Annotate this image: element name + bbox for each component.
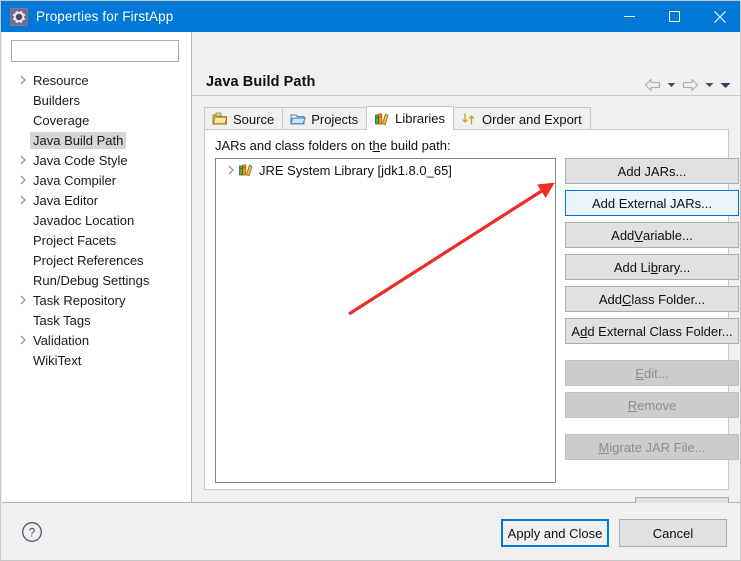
open-folder-icon bbox=[290, 111, 306, 127]
list-item[interactable]: JRE System Library [jdk1.8.0_65] bbox=[216, 159, 555, 181]
sidebar-item-label: Run/Debug Settings bbox=[33, 272, 150, 288]
minimize-button[interactable] bbox=[607, 1, 652, 32]
sidebar-item-label: Resource bbox=[33, 72, 89, 88]
chevron-right-icon[interactable] bbox=[16, 335, 30, 345]
sidebar-item-label: Validation bbox=[33, 332, 90, 348]
sidebar-item-task-repository[interactable]: Task Repository bbox=[2, 290, 191, 310]
sidebar-item-label: Java Editor bbox=[33, 192, 99, 208]
sidebar-item-java-code-style[interactable]: Java Code Style bbox=[2, 150, 191, 170]
sidebar-item-run-debug-settings[interactable]: Run/Debug Settings bbox=[2, 270, 191, 290]
add-library-button[interactable]: Add Li b rary... bbox=[565, 254, 739, 280]
tab-source[interactable]: Source bbox=[204, 107, 284, 130]
sidebar-item-project-references[interactable]: Project References bbox=[2, 250, 191, 270]
sidebar-item-label: Java Code Style bbox=[33, 152, 128, 168]
window-title: Properties for FirstApp bbox=[36, 9, 174, 24]
help-question-icon[interactable]: ? bbox=[21, 521, 43, 543]
sidebar-item-java-editor[interactable]: Java Editor bbox=[2, 190, 191, 210]
dialog-buttons: Apply and Close Cancel bbox=[501, 519, 727, 547]
tab-libraries[interactable]: Libraries bbox=[366, 106, 455, 130]
migrate-jar-file-button: Migrate JAR File... bbox=[565, 434, 739, 460]
chevron-right-icon[interactable] bbox=[16, 295, 30, 305]
build-path-list[interactable]: JRE System Library [jdk1.8.0_65] bbox=[215, 158, 556, 483]
dialog-footer: ? Apply and Close Cancel bbox=[2, 503, 740, 560]
sidebar-item-validation[interactable]: Validation bbox=[2, 330, 191, 350]
gear-icon bbox=[10, 7, 28, 26]
sidebar-item-label: Coverage bbox=[33, 112, 90, 128]
library-books-icon bbox=[374, 111, 390, 127]
chevron-right-icon[interactable] bbox=[16, 195, 30, 205]
close-button[interactable] bbox=[697, 1, 740, 32]
add-external-class-folder-button[interactable]: Add External Class Folder... bbox=[565, 318, 739, 344]
list-label: JARs and class folders on the build path… bbox=[215, 138, 451, 153]
sidebar-item-java-compiler[interactable]: Java Compiler bbox=[2, 170, 191, 190]
chevron-down-icon[interactable] bbox=[663, 76, 679, 94]
library-action-buttons: Add JARs... Add External JARs... Add Var… bbox=[565, 158, 739, 466]
add-variable-button[interactable]: Add Variable... bbox=[565, 222, 739, 248]
remove-button: Remove bbox=[565, 392, 739, 418]
sidebar-item-builders[interactable]: Builders bbox=[2, 90, 191, 110]
chevron-right-icon[interactable] bbox=[16, 75, 30, 85]
sidebar-item-java-build-path[interactable]: Java Build Path bbox=[2, 130, 191, 150]
preferences-tree: Resource Builders Coverage Java Build Pa… bbox=[2, 70, 191, 370]
sidebar-item-label: Java Build Path bbox=[30, 131, 127, 149]
chevron-right-icon[interactable] bbox=[16, 155, 30, 165]
tab-label: Libraries bbox=[395, 111, 446, 126]
build-path-tabs: Source Projects Libraries Order and Expo… bbox=[204, 106, 591, 130]
settings-page: Java Build Path Source Projects Librarie… bbox=[192, 32, 740, 523]
chevron-down-icon[interactable] bbox=[701, 76, 717, 94]
edit-button: Edit... bbox=[565, 360, 739, 386]
page-title: Java Build Path bbox=[206, 74, 316, 90]
sidebar-item-wikitext[interactable]: WikiText bbox=[2, 350, 191, 370]
sidebar-item-project-facets[interactable]: Project Facets bbox=[2, 230, 191, 250]
apply-and-close-button[interactable]: Apply and Close bbox=[501, 519, 609, 547]
order-arrows-icon bbox=[461, 111, 477, 127]
sidebar-item-label: Task Tags bbox=[33, 312, 91, 328]
libraries-tab-panel: JARs and class folders on the build path… bbox=[204, 129, 739, 490]
tab-order-and-export[interactable]: Order and Export bbox=[453, 107, 591, 130]
title-bar: Properties for FirstApp bbox=[1, 1, 740, 32]
forward-arrow-icon[interactable] bbox=[679, 76, 701, 94]
add-class-folder-button[interactable]: Add Class Folder... bbox=[565, 286, 739, 312]
chevron-right-icon[interactable] bbox=[224, 165, 238, 175]
sidebar-item-label: Builders bbox=[33, 92, 80, 108]
filter-input[interactable] bbox=[11, 40, 179, 62]
tab-label: Projects bbox=[311, 111, 359, 127]
list-item-label: JRE System Library [jdk1.8.0_65] bbox=[259, 162, 452, 178]
sidebar-item-label: Javadoc Location bbox=[33, 212, 135, 228]
title-separator bbox=[192, 95, 740, 96]
chevron-right-icon[interactable] bbox=[16, 175, 30, 185]
sidebar-item-label: WikiText bbox=[33, 352, 82, 368]
sidebar-item-label: Task Repository bbox=[33, 292, 126, 308]
tab-label: Source bbox=[233, 111, 275, 127]
window-controls bbox=[607, 1, 740, 32]
sidebar-item-coverage[interactable]: Coverage bbox=[2, 110, 191, 130]
sidebar-item-label: Project Facets bbox=[33, 232, 117, 248]
sidebar-item-javadoc-location[interactable]: Javadoc Location bbox=[2, 210, 191, 230]
maximize-button[interactable] bbox=[652, 1, 697, 32]
svg-text:?: ? bbox=[29, 526, 36, 540]
cancel-button[interactable]: Cancel bbox=[619, 519, 727, 547]
add-jars-button[interactable]: Add JARs... bbox=[565, 158, 739, 184]
source-folder-icon bbox=[212, 111, 228, 127]
page-navigation bbox=[641, 76, 733, 94]
sidebar-item-label: Project References bbox=[33, 252, 144, 268]
library-books-icon bbox=[238, 162, 254, 178]
properties-dialog: Properties for FirstApp Resource Builder… bbox=[0, 0, 741, 561]
add-external-jars-button[interactable]: Add External JARs... bbox=[565, 190, 739, 216]
tab-projects[interactable]: Projects bbox=[282, 107, 368, 130]
sidebar-item-label: Java Compiler bbox=[33, 172, 117, 188]
back-arrow-icon[interactable] bbox=[641, 76, 663, 94]
sidebar-item-task-tags[interactable]: Task Tags bbox=[2, 310, 191, 330]
sidebar-item-resource[interactable]: Resource bbox=[2, 70, 191, 90]
tab-label: Order and Export bbox=[482, 111, 582, 127]
preferences-sidebar: Resource Builders Coverage Java Build Pa… bbox=[2, 32, 191, 502]
chevron-down-filled-icon[interactable] bbox=[717, 76, 733, 94]
